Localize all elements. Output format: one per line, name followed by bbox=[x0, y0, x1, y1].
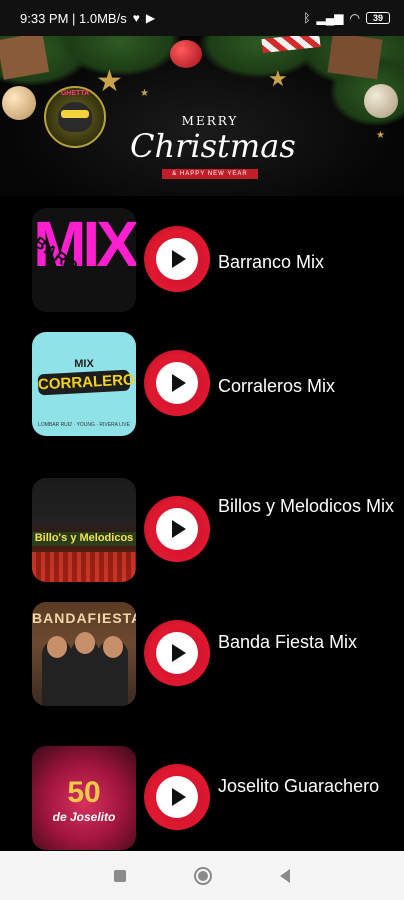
item-thumbnail[interactable]: BANDAFIESTA bbox=[32, 602, 136, 706]
system-nav-bar bbox=[0, 851, 404, 900]
gift-box bbox=[327, 36, 383, 80]
recent-apps-icon[interactable] bbox=[114, 869, 126, 882]
play-icon bbox=[156, 238, 198, 280]
play-button[interactable] bbox=[144, 620, 210, 686]
list-item[interactable]: BANDAFIESTA Banda Fiesta Mix bbox=[0, 602, 404, 712]
list-item[interactable]: 50 de Joselito Joselito Guarachero bbox=[0, 746, 404, 856]
greeting-christmas: Christmas bbox=[130, 127, 296, 165]
item-thumbnail[interactable]: Billo's y Melodicos bbox=[32, 478, 136, 582]
star-icon: ★ bbox=[140, 88, 149, 99]
status-time: 9:33 PM | 1.0MB/s bbox=[20, 10, 127, 26]
wifi-icon: ◠ bbox=[349, 11, 360, 25]
status-bar: 9:33 PM | 1.0MB/s ♥ ▶ ᛒ ▂▄▆ ◠ 39 bbox=[0, 0, 404, 36]
app-logo: GHETTA bbox=[44, 86, 106, 148]
logo-text: GHETTA bbox=[60, 90, 90, 97]
thumb-subtitle: CORRALERO bbox=[37, 369, 136, 396]
list-item[interactable]: MIX CORRALERO LOMBAR RUIZ · YOUNG · RIVE… bbox=[0, 332, 404, 442]
item-title[interactable]: Banda Fiesta Mix bbox=[218, 628, 398, 656]
thumb-crowd bbox=[32, 552, 136, 582]
item-thumbnail[interactable]: 50 de Joselito bbox=[32, 746, 136, 850]
thumb-title: MIX bbox=[74, 358, 94, 370]
thumb-head bbox=[75, 632, 95, 654]
thumb-head bbox=[103, 636, 123, 658]
status-right: ᛒ ▂▄▆ ◠ 39 bbox=[303, 12, 390, 24]
list-item[interactable]: Billo's y Melodicos Billos y Melodicos M… bbox=[0, 478, 404, 588]
star-icon: ★ bbox=[268, 66, 288, 91]
item-thumbnail[interactable]: MIX BARRANCO bbox=[32, 208, 136, 312]
back-icon[interactable] bbox=[280, 868, 290, 883]
logo-glasses bbox=[61, 110, 89, 118]
thumb-title: BANDAFIESTA bbox=[32, 610, 136, 626]
play-icon bbox=[156, 508, 198, 550]
play-button[interactable] bbox=[144, 350, 210, 416]
gold-ornament bbox=[2, 86, 36, 120]
heart-icon: ♥ bbox=[132, 11, 140, 25]
bluetooth-icon: ᛒ bbox=[303, 11, 311, 25]
christmas-greeting: MERRY Christmas & HAPPY NEW YEAR bbox=[130, 114, 296, 180]
silver-ornament bbox=[364, 84, 398, 118]
thumb-title: 50 bbox=[67, 776, 101, 809]
battery-icon: 39 bbox=[366, 12, 390, 24]
star-icon: ★ bbox=[376, 130, 385, 141]
play-icon bbox=[156, 362, 198, 404]
play-button[interactable] bbox=[144, 496, 210, 562]
play-button[interactable] bbox=[144, 764, 210, 830]
youtube-icon: ▶ bbox=[145, 11, 156, 25]
item-thumbnail[interactable]: MIX CORRALERO LOMBAR RUIZ · YOUNG · RIVE… bbox=[32, 332, 136, 436]
home-icon[interactable] bbox=[194, 866, 212, 885]
item-title[interactable]: Billos y Melodicos Mix bbox=[218, 492, 398, 520]
red-ornament bbox=[170, 40, 202, 68]
greeting-ribbon: & HAPPY NEW YEAR bbox=[162, 169, 258, 179]
play-icon bbox=[156, 632, 198, 674]
thumb-head bbox=[47, 636, 67, 658]
list-item[interactable]: MIX BARRANCO Barranco Mix bbox=[0, 208, 404, 318]
item-title[interactable]: Joselito Guarachero bbox=[218, 772, 398, 800]
signal-icon: ▂▄▆ bbox=[316, 11, 344, 25]
item-title[interactable]: Corraleros Mix bbox=[218, 372, 398, 400]
thumb-title: Billo's y Melodicos bbox=[34, 532, 134, 544]
item-title[interactable]: Barranco Mix bbox=[218, 248, 398, 276]
status-left: 9:33 PM | 1.0MB/s ♥ ▶ bbox=[20, 11, 155, 26]
playlist-list: MIX BARRANCO Barranco Mix MIX CORRALERO … bbox=[0, 196, 404, 851]
christmas-banner: ★ ★ ★ ★ GHETTA MERRY Christmas & HAPPY N… bbox=[0, 36, 404, 196]
play-icon bbox=[156, 776, 198, 818]
play-button[interactable] bbox=[144, 226, 210, 292]
greeting-merry: MERRY bbox=[181, 114, 239, 128]
logo-face bbox=[58, 102, 92, 132]
battery-level: 39 bbox=[372, 13, 383, 23]
thumb-subtitle: de Joselito bbox=[52, 810, 116, 824]
thumb-caption: LOMBAR RUIZ · YOUNG · RIVERA LIVE bbox=[38, 422, 130, 428]
